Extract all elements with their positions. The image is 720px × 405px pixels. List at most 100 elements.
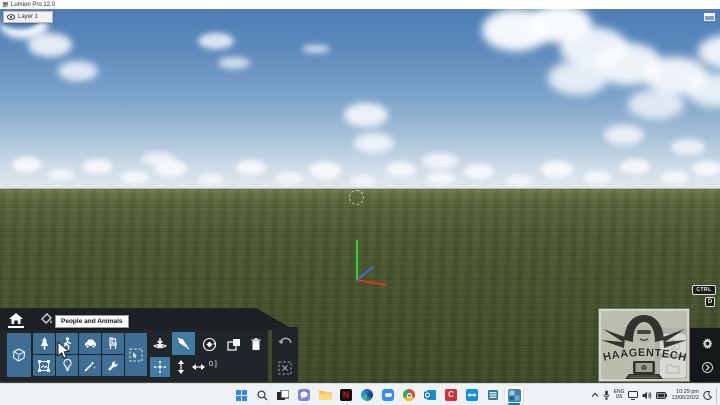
picture-icon — [38, 359, 50, 372]
move-tool-button[interactable] — [150, 357, 170, 377]
search-icon — [256, 389, 267, 400]
battery-icon[interactable] — [656, 391, 668, 399]
zoom-app-button[interactable] — [379, 386, 397, 404]
system-tray: ENG US 10:29 pm 13/06/2022 — [591, 384, 718, 405]
utilities-category-button[interactable] — [102, 355, 124, 376]
move-horizontal-button[interactable] — [190, 358, 206, 376]
precision-value-field[interactable]: 0.] — [209, 361, 217, 368]
place-object-button[interactable] — [150, 334, 170, 354]
select-tool-button[interactable] — [172, 332, 195, 355]
window-titlebar: Lumion Pro 12.0 — [0, 0, 720, 9]
history-panel — [272, 327, 298, 382]
home-icon — [9, 313, 23, 324]
nature-category-button[interactable] — [33, 333, 55, 354]
mouse-cursor — [57, 341, 71, 359]
search-button[interactable] — [253, 386, 271, 404]
lumion-window: Lumion Pro 12.0 Layer 1 CTRL D 0.] Peopl… — [0, 0, 720, 405]
speaker-icon[interactable] — [642, 391, 652, 400]
taskbar-clock[interactable]: 10:29 pm 13/06/2022 — [671, 389, 699, 401]
rotate-icon — [202, 337, 216, 351]
delete-tool-button[interactable] — [247, 334, 265, 354]
ctrl-key-badge: CTRL — [692, 285, 716, 295]
eye-icon — [7, 14, 15, 20]
fullscreen-icon[interactable] — [704, 13, 715, 21]
wrench-icon — [108, 360, 118, 371]
tab-objects[interactable] — [6, 310, 26, 328]
lumion-taskbar-button[interactable] — [505, 386, 523, 405]
trash-icon — [251, 337, 261, 350]
d-key-badge: D — [705, 297, 715, 307]
c-app-icon: C — [445, 389, 457, 401]
rotate-tool-button[interactable] — [199, 334, 219, 354]
chrome-icon — [403, 389, 415, 401]
teamviewer-button[interactable] — [463, 386, 481, 404]
lumion-logo-icon — [3, 2, 8, 7]
scale-icon — [227, 338, 240, 351]
netflix-button[interactable]: N — [337, 386, 355, 404]
scanner-app-button[interactable] — [484, 386, 502, 404]
undo-icon — [278, 337, 292, 345]
chat-icon — [298, 389, 310, 401]
car-icon — [84, 339, 96, 348]
netflix-icon: N — [340, 389, 352, 401]
magic-wand-icon — [84, 360, 96, 371]
scale-tool-button[interactable] — [224, 334, 244, 354]
marquee-icon — [129, 348, 143, 361]
windows-start-icon — [235, 389, 247, 401]
place-object-icon — [153, 337, 167, 348]
clock-date: 13/06/2022 — [671, 395, 699, 401]
move-vertical-button[interactable] — [174, 358, 188, 376]
chair-icon — [109, 337, 117, 349]
paint-bucket-icon — [40, 313, 52, 324]
c-app-button[interactable]: C — [442, 386, 460, 404]
special-effects-category-button[interactable] — [79, 355, 101, 376]
move-horizontal-icon — [191, 364, 205, 370]
watermark: HAAGENTECH — [598, 308, 690, 382]
gear-icon — [702, 338, 713, 349]
sky — [0, 9, 720, 189]
pointer-icon — [177, 337, 190, 350]
lumion-icon — [507, 388, 521, 402]
window-title: Lumion Pro 12.0 — [11, 1, 56, 8]
axis-gizmo — [356, 240, 387, 286]
edge-icon — [361, 389, 373, 401]
arrow-icon — [702, 362, 713, 373]
task-view-button[interactable] — [274, 386, 292, 404]
move-icon — [154, 361, 166, 373]
marquee-category-button[interactable] — [125, 333, 147, 376]
marquee-clear-button[interactable] — [274, 357, 296, 379]
show-desktop-button[interactable] — [716, 387, 718, 403]
transport-category-button[interactable] — [79, 333, 101, 354]
region-code: US — [615, 394, 623, 400]
teamviewer-icon — [466, 389, 478, 401]
file-explorer-button[interactable] — [316, 386, 334, 404]
settings-button[interactable] — [701, 337, 714, 350]
undo-button[interactable] — [274, 330, 296, 352]
taskbar-apps: N C — [232, 384, 523, 405]
next-arrow-button[interactable] — [701, 361, 714, 374]
chrome-button[interactable] — [400, 386, 418, 404]
tray-chevron-icon[interactable] — [591, 392, 599, 398]
object-toolbar: 0.] — [0, 330, 268, 382]
viewport-3d[interactable]: Layer 1 CTRL D 0.] People and Animals HA… — [0, 9, 720, 383]
language-indicator[interactable]: ENG US — [614, 390, 625, 400]
objects-category-button[interactable] — [7, 333, 31, 377]
outlook-button[interactable] — [421, 386, 439, 404]
tree-icon — [40, 337, 48, 350]
cast-display-icon[interactable] — [628, 390, 639, 400]
effects-category-button[interactable] — [33, 355, 55, 376]
microphone-icon[interactable] — [603, 390, 610, 400]
start-button[interactable] — [232, 386, 250, 404]
marquee-clear-icon — [278, 361, 292, 375]
focus-assist-moon-icon[interactable] — [703, 390, 712, 400]
chat-app-button[interactable] — [295, 386, 313, 404]
layer-button[interactable]: Layer 1 — [3, 11, 53, 23]
mode-tabstrip — [0, 308, 294, 330]
edge-button[interactable] — [358, 386, 376, 404]
tab-materials[interactable] — [36, 310, 56, 328]
scanner-icon — [488, 390, 498, 400]
windows-taskbar: N C ENG US 10:29 pm 13/06/2022 — [0, 383, 720, 405]
tooltip: People and Animals — [55, 315, 129, 328]
camera-reticle — [349, 190, 364, 205]
furniture-category-button[interactable] — [102, 333, 124, 354]
